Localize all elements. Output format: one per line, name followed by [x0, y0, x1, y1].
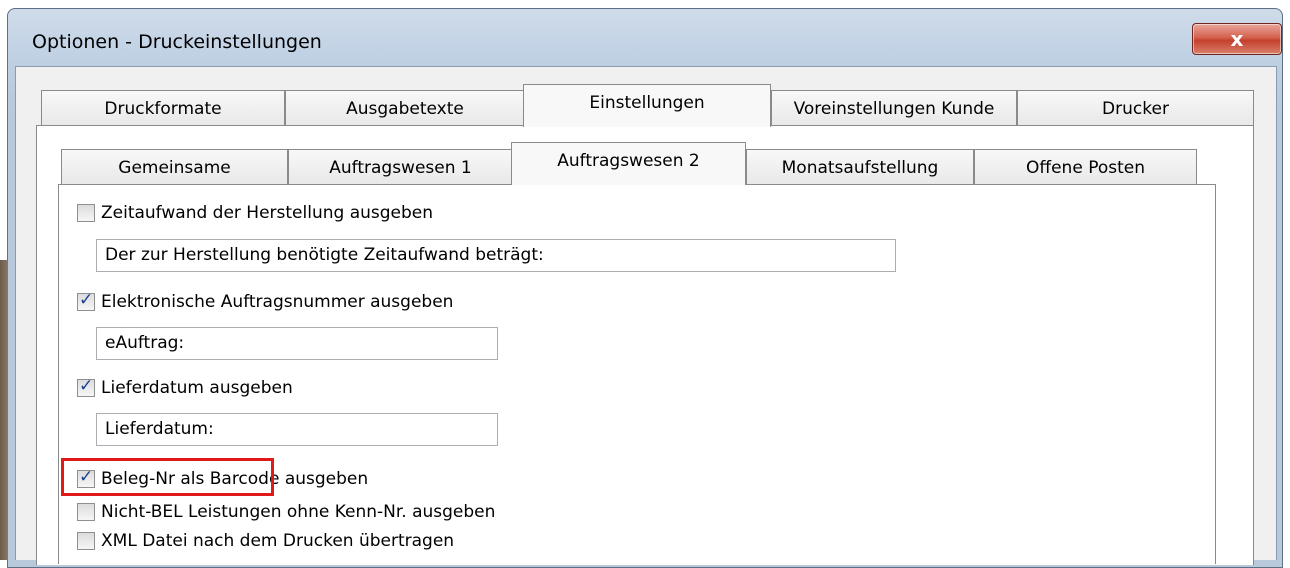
close-button[interactable]: x	[1192, 23, 1282, 55]
eauftrag-text-field[interactable]: eAuftrag:	[96, 327, 498, 360]
option-lieferdatum[interactable]: Lieferdatum ausgeben	[77, 376, 293, 398]
option-label: Nicht-BEL Leistungen ohne Kenn-Nr. ausge…	[101, 502, 496, 522]
tab-label: Druckformate	[104, 98, 222, 119]
tab-auftragswesen-1[interactable]: Auftragswesen 1	[288, 149, 513, 185]
checkbox-nicht-bel-leistungen[interactable]	[77, 503, 95, 521]
tab-label: Gemeinsame	[118, 157, 231, 178]
checkbox-lieferdatum[interactable]	[77, 376, 95, 397]
option-label: XML Datei nach dem Drucken übertragen	[101, 531, 455, 551]
tab-einstellungen[interactable]: Einstellungen	[523, 84, 771, 127]
tab-offene-posten[interactable]: Offene Posten	[974, 149, 1197, 185]
option-label: Lieferdatum ausgeben	[101, 378, 293, 398]
tab-label: Auftragswesen 1	[329, 157, 472, 178]
checkbox-elektronische-auftragsnummer[interactable]	[77, 290, 95, 311]
tab-voreinstellungen-kunde[interactable]: Voreinstellungen Kunde	[771, 90, 1017, 126]
tab-monatsaufstellung[interactable]: Monatsaufstellung	[746, 149, 974, 185]
tab-ausgabetexte[interactable]: Ausgabetexte	[285, 90, 525, 126]
tab-label: Drucker	[1102, 98, 1169, 119]
option-label: Elektronische Auftragsnummer ausgeben	[101, 292, 454, 312]
option-elektronische-auftragsnummer[interactable]: Elektronische Auftragsnummer ausgeben	[77, 290, 454, 312]
zeitaufwand-text-field[interactable]: Der zur Herstellung benötigte Zeitaufwan…	[96, 239, 896, 272]
tab-label: Monatsaufstellung	[781, 157, 939, 178]
window-title: Optionen - Druckeinstellungen	[32, 31, 322, 53]
lieferdatum-text-field[interactable]: Lieferdatum:	[96, 413, 498, 446]
close-icon: x	[1230, 27, 1244, 51]
tab-label: Auftragswesen 2	[557, 151, 700, 171]
checkbox-xml-datei[interactable]	[77, 532, 95, 550]
option-zeitaufwand[interactable]: Zeitaufwand der Herstellung ausgeben	[77, 203, 433, 223]
option-label: Zeitaufwand der Herstellung ausgeben	[101, 203, 434, 223]
tab-label: Einstellungen	[589, 93, 705, 113]
window-frame-edge	[0, 260, 8, 560]
option-nicht-bel-leistungen[interactable]: Nicht-BEL Leistungen ohne Kenn-Nr. ausge…	[77, 502, 495, 522]
tab-label: Offene Posten	[1026, 157, 1145, 178]
tab-druckformate[interactable]: Druckformate	[41, 90, 285, 126]
tab-gemeinsame[interactable]: Gemeinsame	[61, 149, 288, 185]
option-xml-datei[interactable]: XML Datei nach dem Drucken übertragen	[77, 531, 454, 551]
tab-auftragswesen-2[interactable]: Auftragswesen 2	[511, 142, 746, 185]
tab-label: Ausgabetexte	[346, 98, 464, 119]
tab-label: Voreinstellungen Kunde	[793, 98, 995, 119]
tab-drucker[interactable]: Drucker	[1017, 90, 1254, 126]
checkbox-zeitaufwand[interactable]	[77, 204, 95, 222]
highlight-box	[61, 458, 274, 496]
